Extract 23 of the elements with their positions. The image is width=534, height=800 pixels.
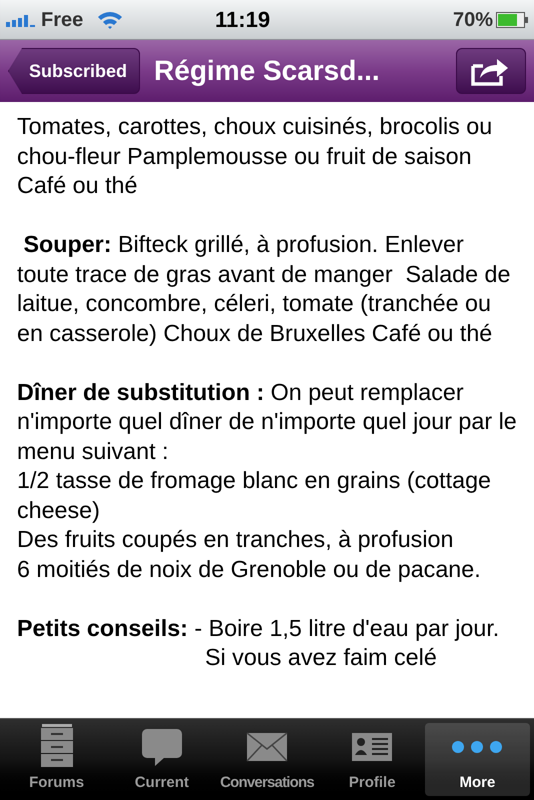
body-paragraph: Tomates, carottes, choux cuisinés, brocolis ou chou-fleur Pamplemousse ou fruit de saison Café ou thé [17, 112, 494, 200]
body-paragraph: Dîner de substitution : On peut remplacer n'importe quel dîner de n'importe quel jour par le menu suivant : 1/2 tasse de fromage blanc en grains (cottage cheese) Des fruits coupés en tranches, à profusion 6 moitiés de noix de Grenoble ou de pacane. [17, 378, 518, 584]
tab-bar-item[interactable]: Profile [320, 723, 425, 796]
tab-bar-item[interactable]: More [424, 723, 530, 796]
body-text-line: Si vous avez faim celé [204, 643, 438, 672]
page-title: Régime Scarsd... [154, 54, 380, 88]
envelope-icon [246, 732, 288, 762]
contact-card-icon [351, 732, 394, 762]
body-paragraph: Souper: Bifteck grillé, à profusion. Enlever toute trace de gras avant de manger Salade de laitue, concombre, céleri, tomate (tranchée ou en casserole) Choux de Bruxelles Café ou thé [17, 230, 512, 348]
tab-bar-item[interactable]: Conversations [214, 723, 320, 796]
share-button[interactable] [456, 48, 526, 94]
body-paragraph: Petits conseils: - Boire 1,5 litre d'eau par jour. [17, 614, 500, 643]
tab-bar-item[interactable]: Current [109, 723, 214, 796]
battery-percent: 70% [452, 8, 493, 32]
speech-bubble-icon [140, 728, 183, 766]
tab-bar-item[interactable]: Forums [4, 723, 110, 796]
carrier-name: Free [41, 8, 84, 32]
signal-icon [6, 12, 36, 26]
more-dots-icon [451, 740, 504, 754]
wifi-icon [97, 10, 124, 28]
battery-icon [496, 12, 528, 28]
clock-time: 11:19 [215, 6, 270, 34]
back-button[interactable]: Subscribed [8, 48, 140, 94]
